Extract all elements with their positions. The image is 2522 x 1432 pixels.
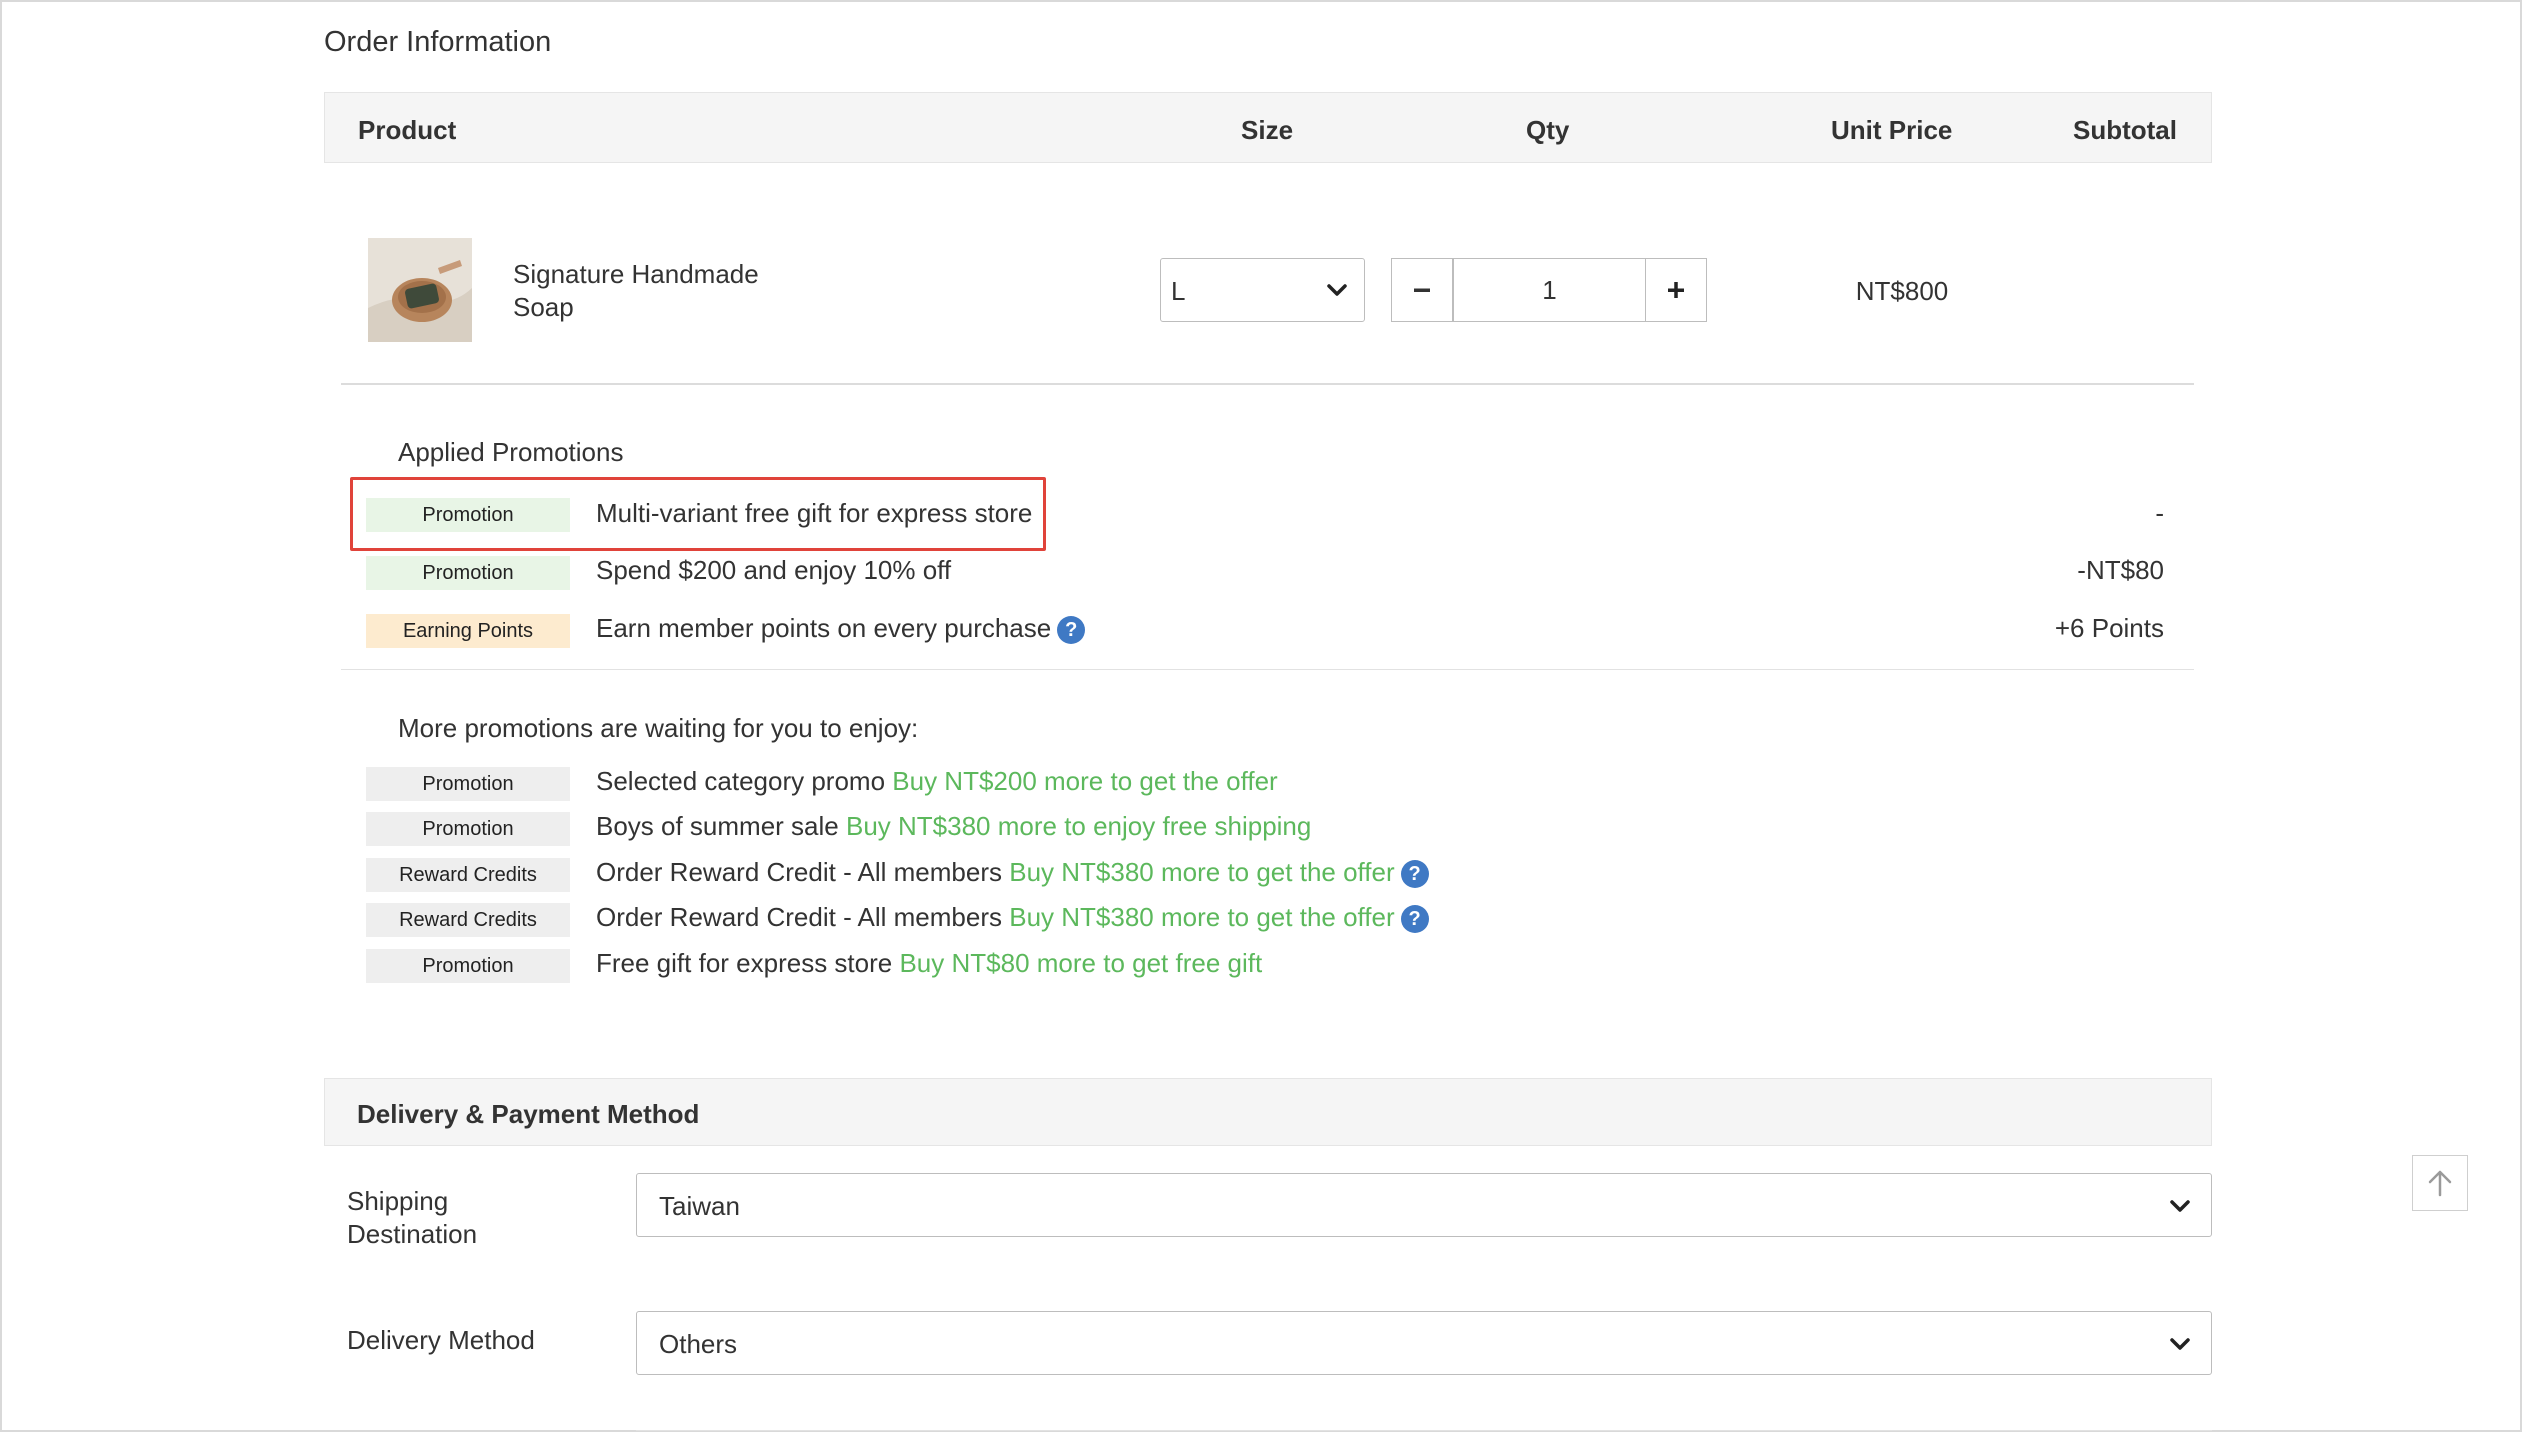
more-promo-hint[interactable]: Buy NT$380 more to enjoy free shipping bbox=[846, 811, 1311, 841]
reward-credits-tag: Reward Credits bbox=[366, 903, 570, 937]
earning-points-tag: Earning Points bbox=[366, 614, 570, 648]
more-promo-hint[interactable]: Buy NT$200 more to get the offer bbox=[892, 766, 1277, 796]
more-promo-item: Free gift for express store Buy NT$80 mo… bbox=[596, 948, 1262, 979]
applied-promo-text: Earn member points on every purchase? bbox=[596, 613, 1086, 645]
qty-increase-button[interactable] bbox=[1645, 258, 1707, 322]
size-value: L bbox=[1171, 276, 1186, 306]
more-promo-label: Selected category promo bbox=[596, 766, 886, 796]
more-promo-item: Selected category promo Buy NT$200 more … bbox=[596, 766, 1278, 797]
applied-promo-text: Spend $200 and enjoy 10% off bbox=[596, 555, 952, 585]
chevron-down-icon bbox=[1327, 284, 1347, 296]
help-icon[interactable]: ? bbox=[1400, 905, 1429, 934]
col-subtotal: Subtotal bbox=[2073, 115, 2177, 145]
promotion-tag: Promotion bbox=[366, 949, 570, 983]
applied-promo-text: Multi-variant free gift for express stor… bbox=[596, 498, 1033, 528]
qty-input[interactable]: 1 bbox=[1453, 258, 1646, 322]
col-qty: Qty bbox=[1526, 115, 1570, 145]
more-promotions-title: More promotions are waiting for you to e… bbox=[398, 713, 919, 743]
col-unit-price: Unit Price bbox=[1831, 115, 1953, 145]
more-promo-label: Order Reward Credit - All members bbox=[596, 902, 1002, 932]
order-info-title: Order Information bbox=[324, 26, 552, 58]
more-promo-label: Free gift for express store bbox=[596, 948, 893, 978]
applied-promo-label: Earn member points on every purchase bbox=[596, 613, 1052, 643]
minus-icon bbox=[1414, 288, 1430, 292]
delivery-method-value: Others bbox=[659, 1329, 738, 1359]
delivery-section-header: Delivery & Payment Method bbox=[324, 1078, 2212, 1146]
more-promo-label: Order Reward Credit - All members bbox=[596, 857, 1002, 887]
divider bbox=[341, 383, 2194, 385]
promotion-tag: Promotion bbox=[366, 767, 570, 801]
product-thumbnail[interactable] bbox=[368, 238, 472, 342]
more-promo-item: Boys of summer sale Buy NT$380 more to e… bbox=[596, 811, 1311, 842]
promotion-tag: Promotion bbox=[366, 812, 570, 846]
applied-promo-value: - bbox=[2155, 498, 2164, 528]
divider bbox=[341, 669, 2194, 670]
plus-icon bbox=[1668, 282, 1684, 298]
more-promo-hint[interactable]: Buy NT$380 more to get the offer bbox=[1009, 857, 1394, 887]
col-size: Size bbox=[1241, 115, 1294, 145]
scroll-to-top-button[interactable] bbox=[2412, 1155, 2468, 1211]
delivery-method-select[interactable]: Others bbox=[636, 1311, 2212, 1375]
col-product: Product bbox=[358, 115, 457, 145]
promotion-tag: Promotion bbox=[366, 498, 570, 532]
more-promo-item: Order Reward Credit - All members Buy NT… bbox=[596, 857, 1429, 889]
more-promo-hint[interactable]: Buy NT$380 more to get the offer bbox=[1009, 902, 1394, 932]
applied-promo-value: -NT$80 bbox=[2077, 555, 2164, 585]
help-icon[interactable]: ? bbox=[1400, 860, 1429, 889]
help-icon[interactable]: ? bbox=[1057, 616, 1086, 645]
delivery-method-label: Delivery Method bbox=[347, 1325, 535, 1355]
next-field-edge bbox=[636, 1430, 2212, 1431]
more-promo-label: Boys of summer sale bbox=[596, 811, 839, 841]
arrow-up-icon bbox=[2428, 1170, 2452, 1197]
product-name[interactable]: Signature Handmade Soap bbox=[513, 258, 813, 324]
applied-promo-value: +6 Points bbox=[2054, 613, 2164, 643]
order-table-header: Product Size Qty Unit Price Subtotal bbox=[324, 92, 2212, 163]
shipping-destination-label: Shipping Destination bbox=[347, 1186, 478, 1249]
chevron-down-icon bbox=[2170, 1200, 2190, 1212]
more-promo-hint[interactable]: Buy NT$80 more to get free gift bbox=[899, 948, 1262, 978]
unit-price: NT$800 bbox=[1855, 276, 1949, 306]
qty-decrease-button[interactable] bbox=[1391, 258, 1453, 322]
chevron-down-icon bbox=[2170, 1338, 2190, 1350]
size-select[interactable]: L bbox=[1160, 258, 1365, 322]
page-frame: Order Information Product Size Qty Unit … bbox=[0, 0, 2522, 1432]
promotion-tag: Promotion bbox=[366, 556, 570, 590]
shipping-destination-value: Taiwan bbox=[659, 1191, 740, 1221]
applied-promotions-title: Applied Promotions bbox=[398, 437, 624, 467]
delivery-section-title: Delivery & Payment Method bbox=[357, 1099, 700, 1129]
shipping-destination-select[interactable]: Taiwan bbox=[636, 1173, 2212, 1237]
reward-credits-tag: Reward Credits bbox=[366, 858, 570, 892]
more-promo-item: Order Reward Credit - All members Buy NT… bbox=[596, 902, 1429, 934]
